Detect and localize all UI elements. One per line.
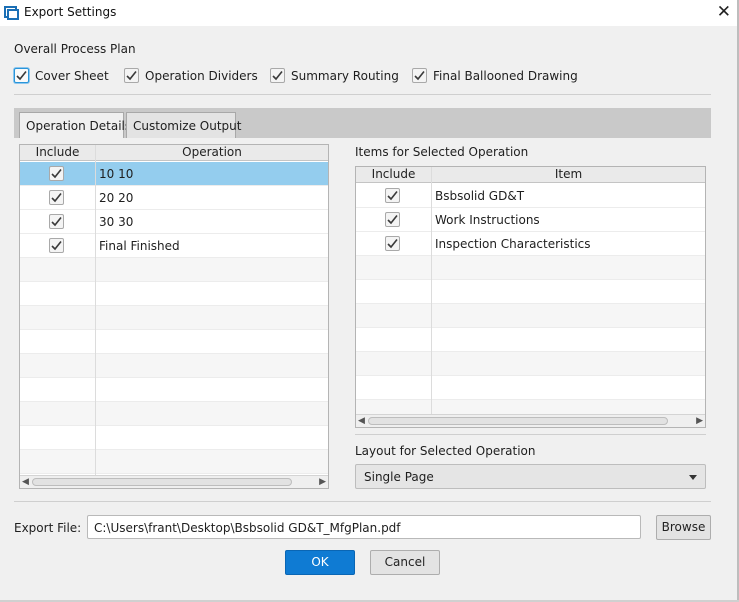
include-checkbox[interactable]: [385, 188, 400, 203]
include-column-header[interactable]: Include: [356, 167, 431, 183]
empty-row: [20, 258, 328, 282]
table-row[interactable]: Bsbsolid GD&T: [356, 184, 705, 208]
ok-button[interactable]: OK: [285, 550, 355, 575]
operation-dividers-checkbox[interactable]: [124, 68, 139, 83]
cancel-button[interactable]: Cancel: [370, 550, 440, 575]
empty-row: [20, 330, 328, 354]
operation-cell: 10 10: [99, 167, 134, 181]
include-checkbox[interactable]: [49, 166, 64, 181]
include-column-header[interactable]: Include: [20, 145, 95, 161]
scroll-right-icon[interactable]: ▶: [696, 415, 703, 427]
layout-selected-value: Single Page: [364, 470, 434, 484]
layout-select[interactable]: Single Page: [355, 464, 706, 489]
scroll-left-icon[interactable]: ◀: [358, 415, 365, 427]
include-checkbox[interactable]: [385, 212, 400, 227]
check-icon: [51, 241, 62, 251]
horizontal-scrollbar[interactable]: ◀ ▶: [356, 414, 705, 427]
browse-button[interactable]: Browse: [656, 515, 711, 540]
cover-sheet-label[interactable]: Cover Sheet: [35, 69, 109, 83]
item-column-header[interactable]: Item: [432, 167, 705, 183]
empty-row: [20, 450, 328, 474]
final-ballooned-drawing-checkbox[interactable]: [412, 68, 427, 83]
table-row[interactable]: 10 10: [20, 162, 328, 186]
empty-row: [356, 304, 705, 328]
table-header: Include Item: [356, 167, 705, 183]
check-icon: [387, 239, 398, 249]
empty-row: [356, 280, 705, 304]
operations-table: Include Operation 10 10 20 20 30 30 Fina…: [19, 144, 329, 489]
table-row[interactable]: Inspection Characteristics: [356, 232, 705, 256]
include-checkbox[interactable]: [49, 190, 64, 205]
include-checkbox[interactable]: [49, 238, 64, 253]
empty-row: [20, 354, 328, 378]
empty-row: [20, 306, 328, 330]
empty-row: [356, 352, 705, 376]
check-icon: [51, 169, 62, 179]
title-bar: Export Settings ✕: [0, 0, 739, 26]
items-section-label: Items for Selected Operation: [355, 145, 529, 159]
layout-label: Layout for Selected Operation: [355, 444, 536, 458]
window-title: Export Settings: [24, 5, 117, 19]
app-icon: [4, 6, 19, 20]
export-file-path-input[interactable]: C:\Users\frant\Desktop\Bsbsolid GD&T_Mfg…: [87, 515, 641, 539]
scrollbar-thumb[interactable]: [368, 417, 668, 425]
tab-operation-details[interactable]: Operation Details: [19, 112, 131, 138]
item-cell: Work Instructions: [435, 213, 540, 227]
scrollbar-thumb[interactable]: [32, 478, 292, 486]
export-file-label: Export File:: [14, 521, 82, 535]
scroll-left-icon[interactable]: ◀: [22, 476, 29, 488]
empty-row: [20, 426, 328, 450]
cover-sheet-checkbox[interactable]: [14, 68, 29, 83]
operation-dividers-label[interactable]: Operation Dividers: [145, 69, 258, 83]
divider: [14, 501, 711, 502]
empty-row: [20, 282, 328, 306]
operation-cell: Final Finished: [99, 239, 180, 253]
column-divider: [431, 167, 432, 414]
check-icon: [272, 71, 283, 81]
summary-routing-label[interactable]: Summary Routing: [291, 69, 399, 83]
check-icon: [387, 215, 398, 225]
items-table: Include Item Bsbsolid GD&T Work Instruct…: [355, 166, 706, 428]
empty-row: [356, 328, 705, 352]
horizontal-scrollbar[interactable]: ◀ ▶: [20, 475, 328, 488]
check-icon: [387, 191, 398, 201]
divider: [14, 94, 711, 95]
table-header: Include Operation: [20, 145, 328, 161]
include-checkbox[interactable]: [385, 236, 400, 251]
check-icon: [126, 71, 137, 81]
item-cell: Inspection Characteristics: [435, 237, 591, 251]
include-checkbox[interactable]: [49, 214, 64, 229]
tab-customize-output[interactable]: Customize Output: [126, 112, 242, 138]
divider: [355, 434, 706, 435]
table-row[interactable]: Work Instructions: [356, 208, 705, 232]
operation-cell: 30 30: [99, 215, 134, 229]
empty-row: [20, 402, 328, 426]
check-icon: [414, 71, 425, 81]
check-icon: [51, 217, 62, 227]
export-file-path-value: C:\Users\frant\Desktop\Bsbsolid GD&T_Mfg…: [94, 521, 401, 535]
scroll-right-icon[interactable]: ▶: [319, 476, 326, 488]
check-icon: [51, 193, 62, 203]
table-row[interactable]: 30 30: [20, 210, 328, 234]
empty-row: [356, 376, 705, 400]
empty-row: [356, 256, 705, 280]
summary-routing-checkbox[interactable]: [270, 68, 285, 83]
chevron-down-icon: [689, 475, 697, 480]
item-cell: Bsbsolid GD&T: [435, 189, 525, 203]
final-ballooned-drawing-label[interactable]: Final Ballooned Drawing: [433, 69, 578, 83]
close-icon[interactable]: ✕: [717, 2, 731, 22]
empty-row: [20, 378, 328, 402]
overall-process-plan-label: Overall Process Plan: [14, 42, 136, 56]
operation-cell: 20 20: [99, 191, 134, 205]
operation-column-header[interactable]: Operation: [96, 145, 328, 161]
table-row[interactable]: Final Finished: [20, 234, 328, 258]
check-icon: [16, 71, 27, 81]
table-row[interactable]: 20 20: [20, 186, 328, 210]
column-divider: [95, 145, 96, 475]
